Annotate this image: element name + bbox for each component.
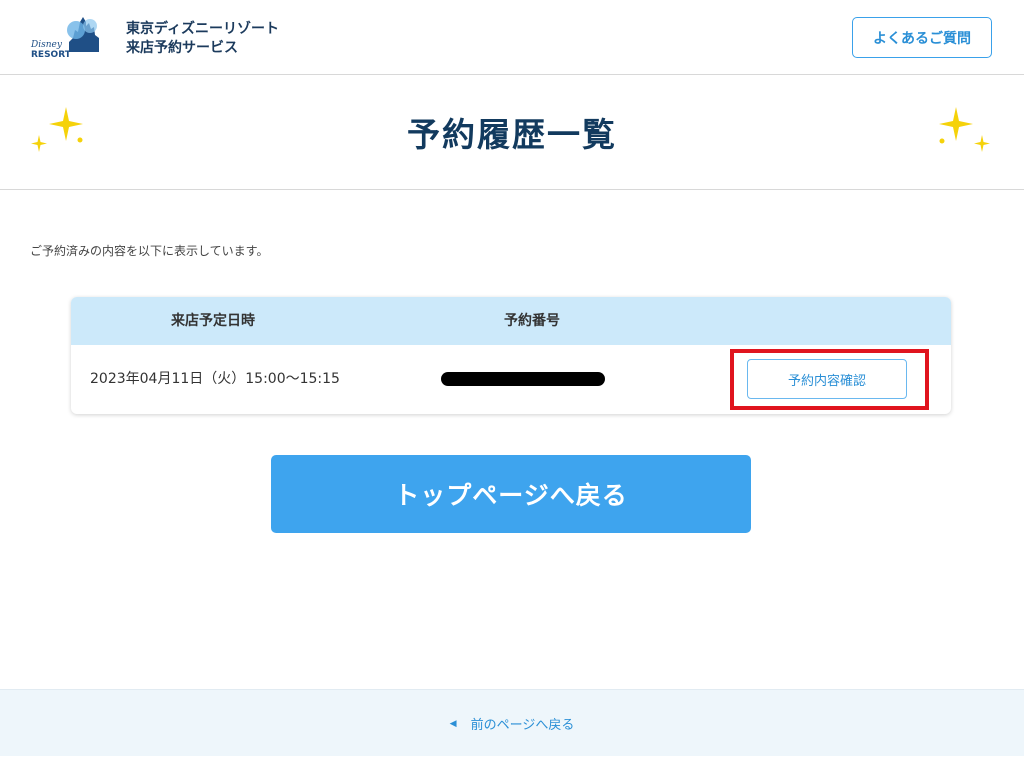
column-header-datetime: 来店予定日時 (171, 313, 255, 329)
reservation-datetime: 2023年04月11日（火）15:00〜15:15 (90, 371, 340, 387)
brand-name: 東京ディズニーリゾート 来店予約サービス (126, 20, 279, 58)
back-to-top-button[interactable]: トップページへ戻る (271, 455, 751, 533)
brand-line-2: 来店予約サービス (126, 40, 238, 56)
column-header-reservation-number: 予約番号 (504, 313, 560, 329)
table-header: 来店予定日時 予約番号 (71, 297, 951, 345)
previous-page-link[interactable]: ◀ 前のページへ戻る (0, 690, 1024, 757)
site-header: Disney RESORT 東京ディズニーリゾート 来店予約サービス よくあるご… (0, 0, 1024, 75)
title-band: 予約履歴一覧 (0, 75, 1024, 190)
highlight-box (730, 349, 929, 410)
previous-page-label: 前のページへ戻る (470, 718, 575, 733)
brand-line-1: 東京ディズニーリゾート (126, 21, 280, 37)
faq-button[interactable]: よくあるご質問 (852, 17, 992, 58)
disney-resort-logo[interactable]: Disney RESORT (28, 16, 118, 60)
redacted-reservation-number (441, 372, 605, 386)
intro-text: ご予約済みの内容を以下に表示しています。 (30, 244, 269, 258)
svg-text:RESORT: RESORT (31, 50, 72, 60)
footer: ◀ 前のページへ戻る (0, 689, 1024, 756)
left-triangle-icon: ◀ (449, 718, 457, 729)
page-title: 予約履歴一覧 (407, 115, 617, 154)
svg-text:Disney: Disney (30, 40, 63, 50)
sparkle-right-icon (939, 107, 990, 152)
